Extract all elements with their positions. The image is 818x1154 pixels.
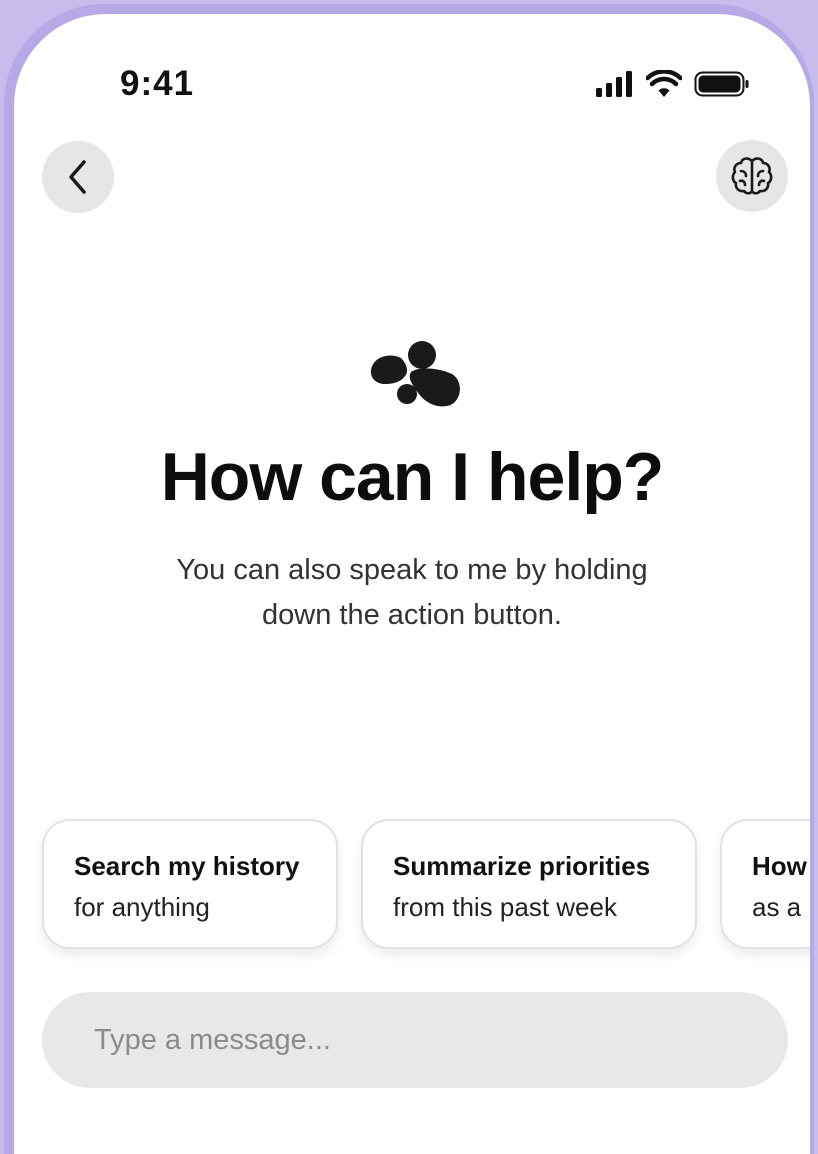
back-button[interactable] [42,141,114,213]
blob-logo-icon [370,341,460,407]
suggestion-card-partial[interactable]: How as a [720,819,810,949]
device-frame: 9:41 How can I help? You can also speak … [4,4,814,1154]
chevron-left-icon [69,160,86,194]
message-composer [42,992,788,1088]
app-screen: 9:41 How can I help? You can also speak … [14,14,810,1154]
page-subtitle: You can also speak to me by holding down… [14,548,810,638]
subtitle-line-2: down the action button. [262,599,562,631]
suggestion-card-summarize-priorities[interactable]: Summarize priorities from this past week [361,819,697,949]
wifi-icon [646,70,682,97]
suggestion-title: Summarize priorities [393,851,651,881]
suggestion-title: Search my history [74,851,300,881]
battery-icon [694,71,749,97]
suggestion-subtitle: for anything [74,892,210,922]
suggestion-subtitle: from this past week [393,892,617,922]
status-icons [596,70,750,98]
suggestion-card-search-history[interactable]: Search my history for anything [42,819,338,949]
status-time: 9:41 [120,64,195,103]
message-input[interactable] [42,992,788,1088]
signal-icon [596,71,632,97]
subtitle-line-1: You can also speak to me by holding [176,554,648,586]
brain-icon [731,157,773,195]
suggestion-carousel[interactable]: Search my history for anything Summarize… [42,819,810,959]
suggestion-subtitle: as a [752,892,802,922]
page-title: How can I help? [160,439,665,515]
suggestion-title: How [752,851,807,881]
memory-button[interactable] [716,140,788,212]
